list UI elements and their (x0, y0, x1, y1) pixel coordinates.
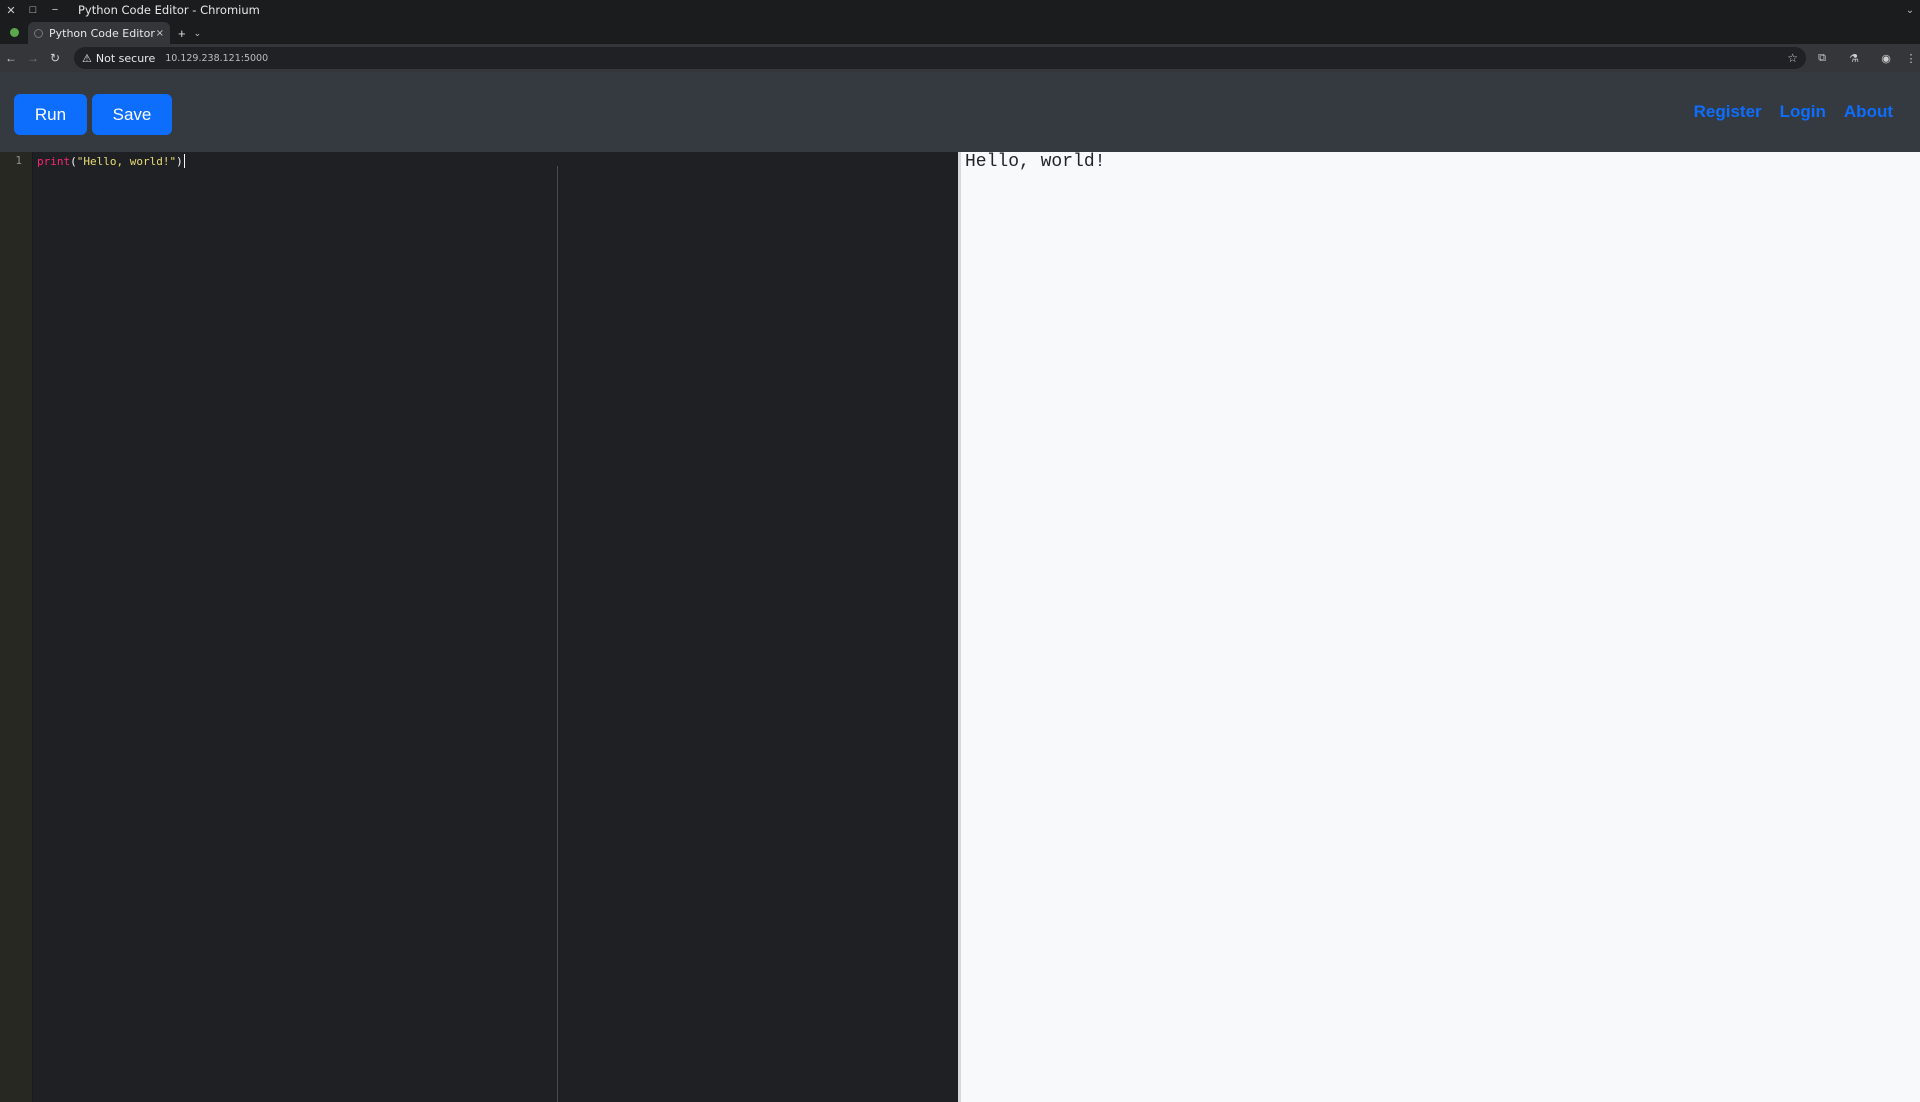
browser-toolbar: ← → ↻ ⚠ Not secure 10.129.238.121:5000 ☆… (0, 44, 1920, 72)
warning-icon[interactable]: ⚠ (82, 52, 92, 65)
labs-flask-icon[interactable]: ⚗ (1838, 52, 1870, 65)
security-status-label[interactable]: Not secure (96, 52, 155, 65)
window-close-icon[interactable]: ✕ (0, 0, 22, 20)
code-editor[interactable]: 1 print("Hello, world!") (0, 152, 958, 1102)
browser-menu-icon[interactable]: ⋮ (1902, 52, 1920, 65)
back-arrow-icon[interactable]: ← (0, 51, 22, 65)
tab-close-icon[interactable]: × (156, 28, 164, 39)
output-panel: Hello, world! (958, 152, 1920, 1102)
print-margin (557, 166, 558, 1102)
output-text: Hello, world! (965, 152, 1106, 172)
code-token-function: print (37, 155, 71, 168)
editor-gutter: 1 (0, 152, 33, 1102)
run-button[interactable]: Run (14, 94, 87, 135)
code-line[interactable]: print("Hello, world!") (37, 154, 185, 168)
login-link[interactable]: Login (1780, 102, 1826, 122)
profile-icon[interactable]: ◉ (1870, 52, 1902, 65)
browser-tab[interactable]: Python Code Editor × (28, 22, 170, 44)
window-maximize-icon[interactable]: □ (22, 0, 44, 20)
tab-strip: Python Code Editor × + ⌄ (0, 20, 1920, 44)
forward-arrow-icon[interactable]: → (22, 51, 44, 65)
reload-icon[interactable]: ↻ (44, 51, 66, 65)
save-button[interactable]: Save (92, 94, 172, 135)
tab-search-chevron-icon[interactable]: ⌄ (194, 22, 202, 44)
text-cursor (183, 154, 185, 168)
register-link[interactable]: Register (1694, 102, 1762, 122)
window-title: Python Code Editor - Chromium (78, 3, 260, 17)
app-header: Run Save Register Login About (0, 72, 1920, 152)
header-nav: Register Login About (1694, 102, 1893, 122)
code-token-paren-close: ) (176, 155, 183, 168)
new-tab-plus-icon[interactable]: + (178, 22, 186, 44)
window-menu-chevron-icon[interactable]: ⌄ (1900, 5, 1920, 16)
bookmark-star-icon[interactable]: ☆ (1787, 51, 1798, 65)
address-bar[interactable]: ⚠ Not secure 10.129.238.121:5000 ☆ (74, 47, 1806, 69)
code-token-paren-open: ( (70, 155, 77, 168)
about-link[interactable]: About (1844, 102, 1893, 122)
extensions-icon[interactable]: ⧉ (1806, 52, 1838, 65)
tab-group-dot-icon[interactable] (0, 20, 28, 44)
window-minimize-icon[interactable]: − (44, 0, 66, 20)
url-text[interactable]: 10.129.238.121:5000 (165, 53, 268, 64)
window-titlebar: ✕ □ − Python Code Editor - Chromium ⌄ (0, 0, 1920, 20)
tab-favicon-icon (34, 28, 43, 38)
line-number: 1 (15, 154, 22, 167)
code-token-string: "Hello, world!" (76, 155, 177, 168)
tab-label: Python Code Editor (49, 26, 155, 40)
